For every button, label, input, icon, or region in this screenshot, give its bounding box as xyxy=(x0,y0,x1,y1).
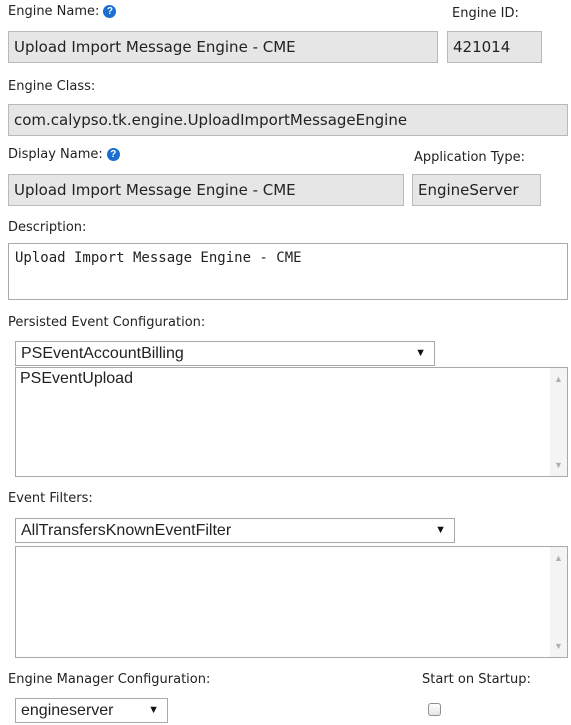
start-on-startup-label: Start on Startup: xyxy=(422,672,531,687)
engine-class-field[interactable]: com.calypso.tk.engine.UploadImportMessag… xyxy=(8,104,568,136)
engine-manager-config-selected: engineserver xyxy=(21,702,114,719)
event-filters-label: Event Filters: xyxy=(8,491,93,506)
list-item[interactable]: PSEventUpload xyxy=(16,368,567,390)
scroll-up-icon[interactable]: ▲ xyxy=(550,374,567,384)
dropdown-arrow-icon: ▼ xyxy=(148,704,159,716)
engine-name-label: Engine Name:? xyxy=(8,4,117,19)
persisted-event-config-select[interactable]: PSEventAccountBilling ▼ xyxy=(15,341,435,366)
event-filters-select[interactable]: AllTransfersKnownEventFilter ▼ xyxy=(15,518,455,543)
help-icon[interactable]: ? xyxy=(106,148,120,161)
scroll-down-icon[interactable]: ▼ xyxy=(550,460,567,470)
engine-id-label: Engine ID: xyxy=(452,6,519,21)
engine-name-field[interactable]: Upload Import Message Engine - CME xyxy=(8,31,438,63)
application-type-field[interactable]: EngineServer xyxy=(412,174,541,206)
engine-manager-config-label: Engine Manager Configuration: xyxy=(8,672,211,687)
description-textarea[interactable]: Upload Import Message Engine - CME xyxy=(8,243,568,300)
persisted-event-config-label: Persisted Event Configuration: xyxy=(8,315,206,330)
application-type-label: Application Type: xyxy=(414,150,526,165)
description-label: Description: xyxy=(8,220,87,235)
scroll-up-icon[interactable]: ▲ xyxy=(550,553,567,563)
event-filters-listbox[interactable]: ▲ ▼ xyxy=(15,546,568,658)
display-name-field[interactable]: Upload Import Message Engine - CME xyxy=(8,174,404,206)
dropdown-arrow-icon: ▼ xyxy=(435,524,446,536)
listbox-scrollbar[interactable]: ▲ ▼ xyxy=(550,368,567,476)
persisted-event-listbox[interactable]: PSEventUpload ▲ ▼ xyxy=(15,367,568,477)
display-name-label-text: Display Name: xyxy=(8,147,103,162)
start-on-startup-checkbox[interactable] xyxy=(428,703,441,716)
listbox-scrollbar[interactable]: ▲ ▼ xyxy=(550,547,567,657)
event-filters-selected: AllTransfersKnownEventFilter xyxy=(21,522,232,539)
engine-manager-config-select[interactable]: engineserver ▼ xyxy=(15,698,168,723)
display-name-label: Display Name:? xyxy=(8,147,120,162)
scroll-down-icon[interactable]: ▼ xyxy=(550,641,567,651)
engine-class-label: Engine Class: xyxy=(8,79,96,94)
persisted-event-config-selected: PSEventAccountBilling xyxy=(21,345,184,362)
engine-id-field[interactable]: 421014 xyxy=(447,31,542,63)
dropdown-arrow-icon: ▼ xyxy=(415,347,426,359)
engine-name-label-text: Engine Name: xyxy=(8,4,100,19)
help-icon[interactable]: ? xyxy=(103,5,117,18)
